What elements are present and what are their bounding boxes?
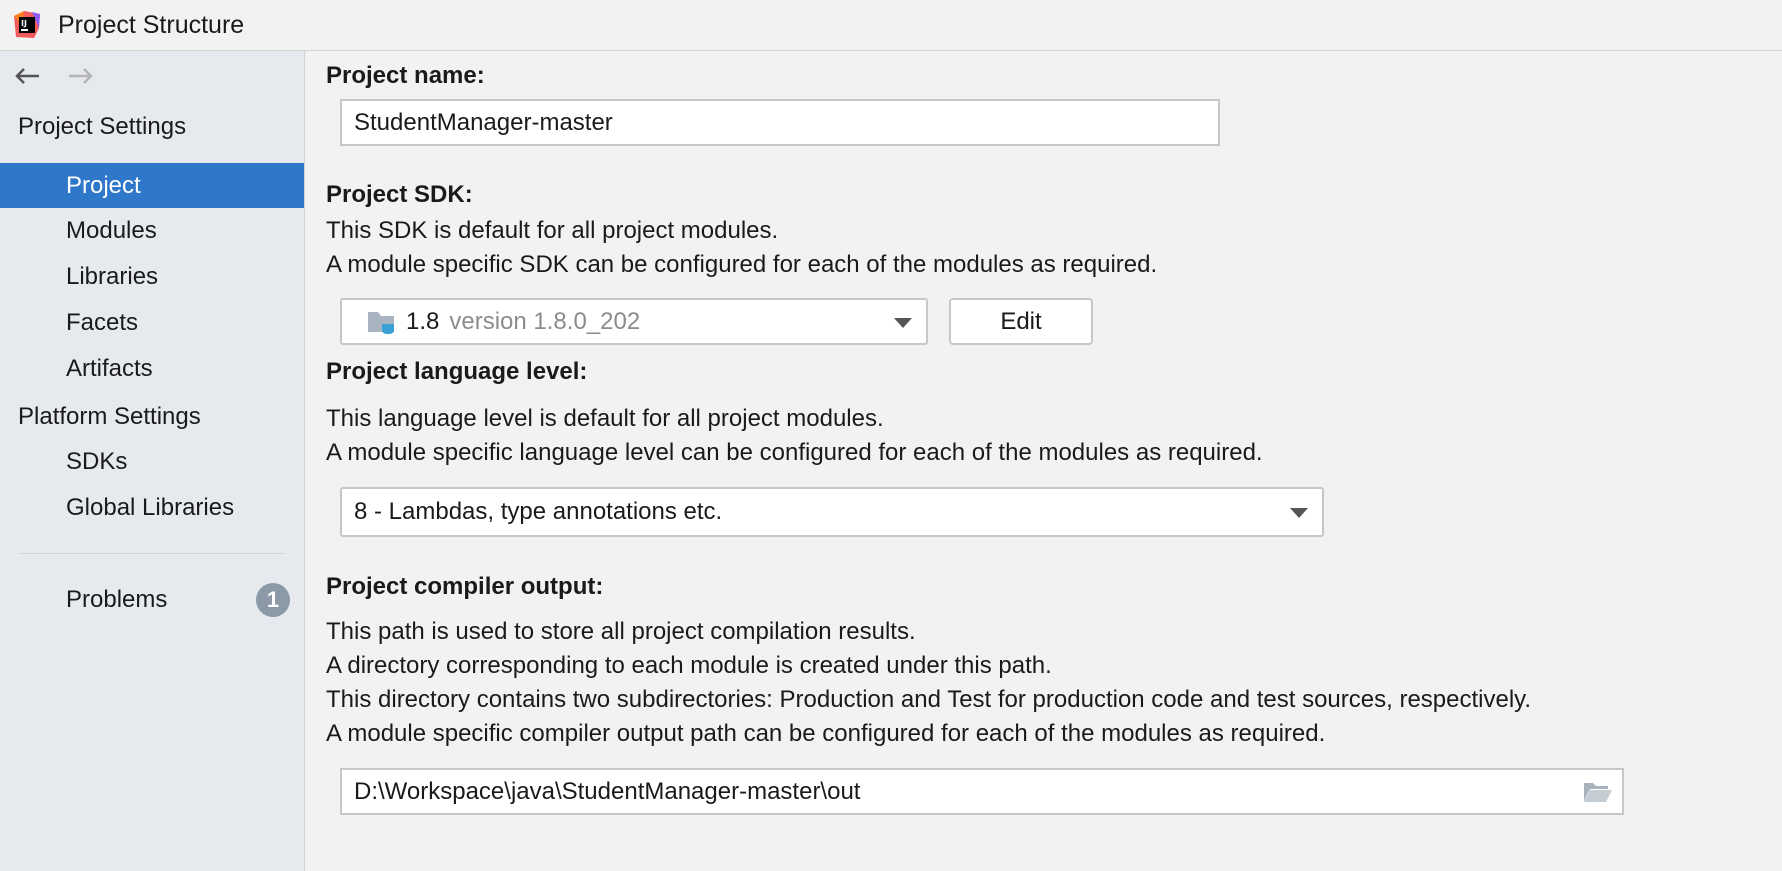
compiler-output-heading: Project compiler output: (326, 573, 604, 600)
compiler-output-path: D:\Workspace\java\StudentManager-master\… (354, 777, 861, 805)
sidebar-item-label: Artifacts (66, 354, 153, 382)
language-level-desc-1: This language level is default for all p… (326, 405, 884, 432)
sidebar-item-problems[interactable]: Problems 1 (0, 577, 304, 622)
language-level-desc-2: A module specific language level can be … (326, 439, 1263, 466)
forward-button[interactable] (66, 61, 96, 91)
language-level-value: 8 - Lambdas, type annotations etc. (354, 498, 723, 525)
window-title: Project Structure (58, 10, 245, 39)
sidebar-item-global-libraries[interactable]: Global Libraries (0, 485, 304, 530)
project-sdk-desc-2: A module specific SDK can be configured … (326, 251, 1158, 278)
project-sdk-dropdown[interactable]: 1.8 version 1.8.0_202 (340, 298, 928, 345)
arrow-right-icon (69, 68, 93, 84)
sidebar-item-label: Global Libraries (66, 493, 235, 521)
svg-text:IJ: IJ (21, 19, 27, 28)
language-level-heading: Project language level: (326, 358, 588, 385)
edit-sdk-button[interactable]: Edit (949, 298, 1093, 345)
sidebar-item-sdks[interactable]: SDKs (0, 439, 304, 484)
compiler-output-desc-1: This path is used to store all project c… (326, 618, 916, 645)
project-name-input[interactable]: StudentManager-master (340, 99, 1220, 146)
sidebar-item-libraries[interactable]: Libraries (0, 254, 304, 299)
compiler-output-path-input[interactable]: D:\Workspace\java\StudentManager-master\… (340, 768, 1624, 815)
intellij-idea-icon: IJ (14, 11, 40, 38)
section-platform-settings: Platform Settings (18, 403, 201, 430)
sidebar-item-label: Problems (66, 585, 168, 613)
sdk-version: version 1.8.0_202 (449, 307, 641, 335)
folder-open-icon[interactable] (1582, 779, 1614, 805)
compiler-output-desc-3: This directory contains two subdirectori… (326, 686, 1532, 713)
back-button[interactable] (12, 61, 42, 91)
sidebar-item-artifacts[interactable]: Artifacts (0, 346, 304, 391)
sidebar-item-modules[interactable]: Modules (0, 208, 304, 253)
title-bar: IJ Project Structure (0, 0, 1782, 51)
compiler-output-desc-2: A directory corresponding to each module… (326, 652, 1052, 679)
sidebar-item-label: Project (66, 171, 141, 199)
sidebar-item-facets[interactable]: Facets (0, 300, 304, 345)
sidebar-item-project[interactable]: Project (0, 163, 304, 208)
main-panel: Project name: StudentManager-master Proj… (305, 51, 1782, 871)
project-name-heading: Project name: (326, 62, 485, 89)
sdk-name: 1.8 (406, 307, 440, 335)
sidebar: Project Settings Project Modules Librari… (0, 51, 305, 871)
compiler-output-desc-4: A module specific compiler output path c… (326, 720, 1326, 747)
sidebar-item-label: Modules (66, 216, 157, 244)
jdk-folder-icon (368, 311, 394, 334)
sidebar-item-label: Libraries (66, 262, 159, 290)
arrow-left-icon (15, 68, 39, 84)
chevron-down-icon (894, 317, 912, 328)
section-project-settings: Project Settings (18, 113, 187, 140)
project-sdk-heading: Project SDK: (326, 181, 473, 208)
language-level-dropdown[interactable]: 8 - Lambdas, type annotations etc. (340, 487, 1324, 537)
project-sdk-desc-1: This SDK is default for all project modu… (326, 217, 779, 244)
problems-count-badge: 1 (256, 582, 290, 617)
nav-arrows (12, 61, 96, 91)
sidebar-item-label: SDKs (66, 447, 128, 475)
chevron-down-icon (1290, 508, 1308, 518)
sidebar-divider (18, 553, 286, 554)
sidebar-item-label: Facets (66, 308, 139, 336)
